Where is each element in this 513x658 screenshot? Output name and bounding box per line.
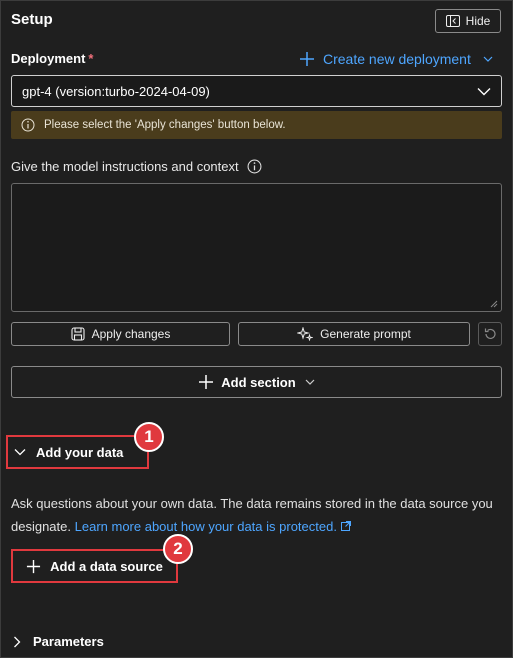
deployment-label: Deployment * bbox=[11, 51, 94, 66]
sparkle-icon bbox=[297, 327, 314, 341]
warning-text: Please select the 'Apply changes' button… bbox=[44, 119, 286, 131]
info-icon bbox=[21, 118, 35, 132]
apply-changes-button[interactable]: Apply changes bbox=[11, 322, 230, 346]
plus-icon bbox=[199, 375, 214, 389]
save-icon bbox=[71, 327, 85, 341]
apply-changes-label: Apply changes bbox=[91, 327, 171, 341]
generate-prompt-label: Generate prompt bbox=[320, 327, 411, 341]
create-deployment-link[interactable]: Create new deployment bbox=[299, 51, 493, 67]
parameters-label: Parameters bbox=[33, 634, 104, 649]
add-section-button[interactable]: Add section bbox=[11, 366, 502, 398]
reset-button[interactable] bbox=[478, 322, 502, 346]
add-data-source-button[interactable]: Add a data source bbox=[11, 549, 178, 583]
resize-grip-icon[interactable] bbox=[490, 300, 498, 308]
panel-title: Setup bbox=[11, 11, 53, 28]
learn-more-link[interactable]: Learn more about how your data is protec… bbox=[75, 519, 351, 534]
annotation-badge-1: 1 bbox=[134, 422, 164, 452]
add-section-label: Add section bbox=[221, 374, 296, 390]
generate-prompt-button[interactable]: Generate prompt bbox=[238, 322, 470, 346]
add-data-source-label: Add a data source bbox=[50, 558, 163, 574]
instructions-textarea[interactable] bbox=[11, 183, 502, 312]
plus-icon bbox=[300, 52, 314, 66]
deployment-select[interactable]: gpt-4 (version:turbo-2024-04-09) bbox=[11, 75, 502, 107]
add-your-data-toggle[interactable]: Add your data bbox=[6, 435, 149, 469]
external-link-icon bbox=[340, 521, 351, 531]
chevron-down-icon bbox=[477, 87, 491, 95]
instructions-label: Give the model instructions and context bbox=[11, 159, 262, 174]
chevron-down-icon bbox=[305, 379, 315, 385]
hide-button[interactable]: Hide bbox=[435, 9, 501, 33]
apply-warning-banner: Please select the 'Apply changes' button… bbox=[11, 111, 502, 139]
data-description: Ask questions about your own data. The d… bbox=[11, 492, 506, 538]
plus-icon bbox=[27, 559, 41, 573]
create-deployment-label: Create new deployment bbox=[323, 51, 471, 67]
chevron-right-icon bbox=[14, 636, 21, 647]
info-icon[interactable] bbox=[247, 159, 262, 174]
hide-button-label: Hide bbox=[465, 14, 491, 28]
deployment-selected-value: gpt-4 (version:turbo-2024-04-09) bbox=[22, 83, 210, 99]
chevron-down-icon bbox=[14, 449, 26, 456]
required-marker: * bbox=[88, 51, 94, 66]
add-your-data-label: Add your data bbox=[36, 444, 124, 460]
setup-panel: Setup Hide Deployment * Create new deploy… bbox=[0, 0, 513, 658]
annotation-badge-2: 2 bbox=[163, 534, 193, 564]
chevron-down-icon bbox=[483, 56, 493, 62]
undo-icon bbox=[484, 328, 496, 340]
parameters-toggle[interactable]: Parameters bbox=[13, 634, 104, 649]
collapse-panel-icon bbox=[445, 15, 460, 27]
